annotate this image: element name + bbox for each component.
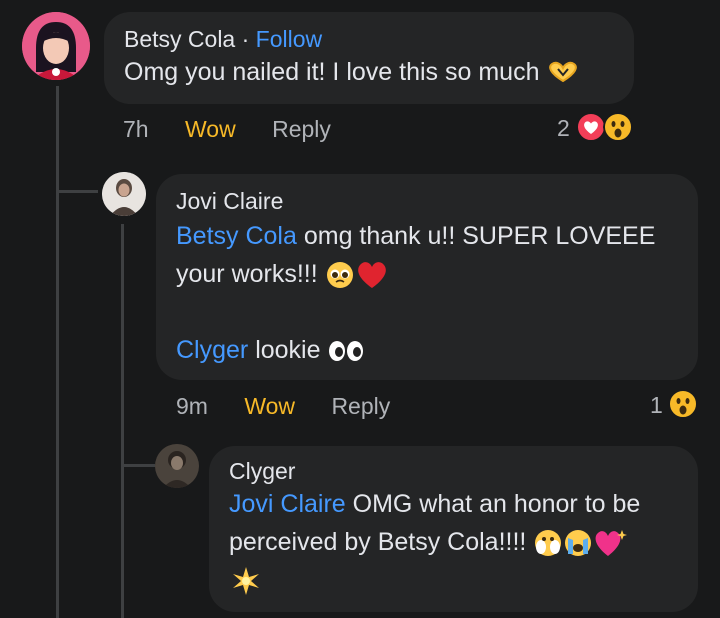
reaction-count: 1	[650, 392, 663, 418]
wow-reaction-icon	[603, 112, 633, 142]
comment-text: Jovi Claire OMG what an honor to be perc…	[229, 485, 678, 599]
avatar-image	[155, 444, 199, 488]
comment-bubble-clyger[interactable]: Clyger Jovi Claire OMG what an honor to …	[209, 446, 698, 612]
reaction-count: 2	[557, 115, 570, 141]
comment-text: Betsy Cola omg thank u!! SUPER LOVEEE yo…	[176, 217, 678, 369]
love-reaction-icon	[576, 112, 606, 142]
author-name[interactable]: Betsy Cola	[124, 26, 235, 52]
thread-line-branch2	[121, 464, 155, 467]
avatar-betsy-cola[interactable]	[22, 12, 90, 80]
avatar-clyger[interactable]	[155, 444, 199, 488]
mention-jovi-claire[interactable]: Jovi Claire	[229, 490, 346, 518]
thread-line-sub	[121, 224, 124, 618]
red-heart-icon	[357, 262, 386, 289]
wow-reaction-icon	[668, 389, 698, 419]
reply-link[interactable]: Reply	[331, 393, 390, 419]
comment-meta-jovi: 9m Wow Reply	[176, 393, 390, 420]
comment-bubble-betsy[interactable]: Betsy Cola · Follow Omg you nailed it! I…	[104, 12, 634, 104]
thread-line-branch1	[56, 190, 98, 193]
thread-line-main	[56, 86, 59, 618]
sparkling-heart-icon	[595, 530, 628, 557]
comment-body-1a: omg thank u!! SUPER LOVEEE	[296, 222, 656, 250]
comment-body: Omg you nailed it! I love this so much	[124, 58, 540, 86]
comment-meta-betsy: 7h Wow Reply	[123, 116, 331, 143]
wow-link[interactable]: Wow	[244, 393, 295, 419]
reply-link[interactable]: Reply	[272, 116, 331, 142]
mention-clyger[interactable]: Clyger	[176, 336, 248, 364]
wow-link[interactable]: Wow	[185, 116, 236, 142]
reaction-count-betsy[interactable]: 2	[557, 115, 570, 142]
comment-text: Omg you nailed it! I love this so much	[124, 53, 614, 91]
avatar-image	[22, 12, 90, 80]
follow-link[interactable]: Follow	[256, 26, 322, 52]
comment-body-1: OMG what an honor to be	[345, 490, 641, 518]
timestamp: 7h	[123, 116, 149, 142]
eyes-icon	[329, 341, 364, 362]
face-holding-back-tears-icon	[535, 530, 562, 557]
reaction-count-jovi[interactable]: 1	[650, 392, 663, 419]
avatar-jovi-claire[interactable]	[102, 172, 146, 216]
comment-body-2: perceived by Betsy Cola!!!!	[229, 528, 527, 556]
comment-author-line: Betsy Cola · Follow	[124, 26, 614, 53]
avatar-image	[102, 172, 146, 216]
comment-body-2: lookie	[248, 336, 321, 364]
glowing-star-icon	[233, 567, 259, 596]
comment-bubble-jovi[interactable]: Jovi Claire Betsy Cola omg thank u!! SUP…	[156, 174, 698, 380]
author-name[interactable]: Clyger	[229, 458, 678, 485]
loudly-crying-face-icon	[565, 530, 592, 557]
heart-hands-icon	[549, 62, 578, 83]
pleading-face-icon	[326, 262, 353, 289]
timestamp: 9m	[176, 393, 208, 419]
comment-body-1b: your works!!!	[176, 260, 318, 288]
mention-betsy-cola[interactable]: Betsy Cola	[176, 222, 297, 250]
author-name[interactable]: Jovi Claire	[176, 188, 678, 215]
separator: ·	[235, 26, 256, 52]
